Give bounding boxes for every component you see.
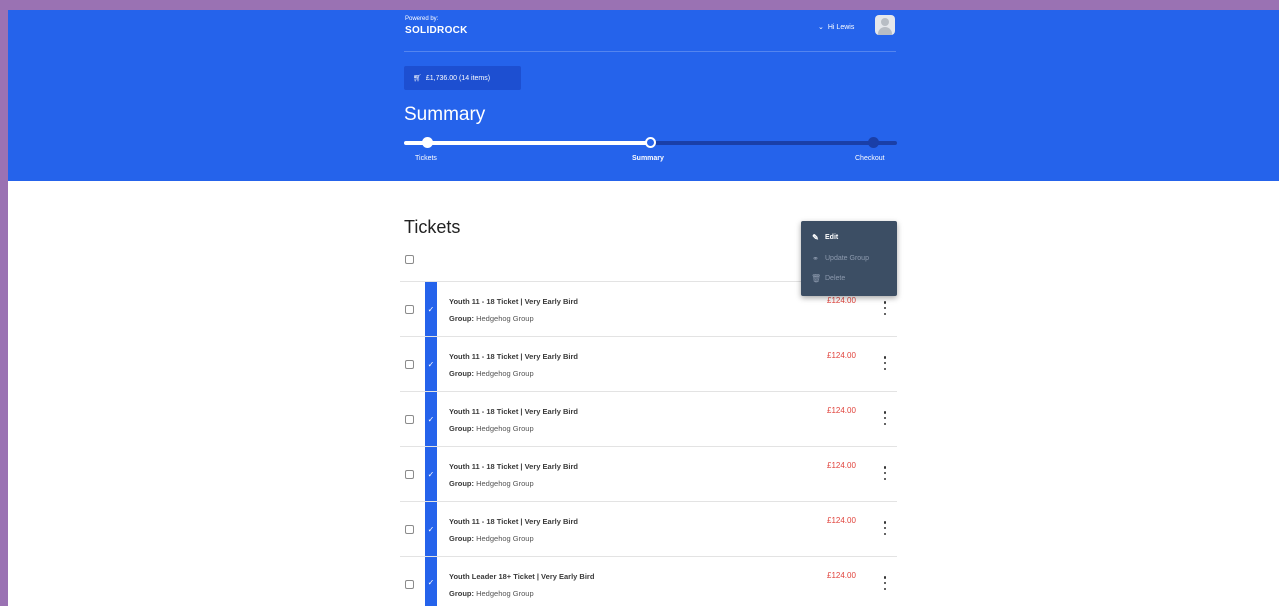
- group-icon: ⚭: [812, 254, 819, 263]
- ticket-group: Group: Hedgehog Group: [449, 314, 534, 323]
- trash-icon: 🗑︎: [811, 274, 822, 283]
- row-checkbox[interactable]: [405, 525, 414, 534]
- progress-track-remaining: [650, 141, 897, 145]
- ticket-group: Group: Hedgehog Group: [449, 424, 534, 433]
- step-dot-checkout[interactable]: [868, 137, 879, 148]
- ticket-name: Youth 11 - 18 Ticket | Very Early Bird: [449, 407, 578, 416]
- app-window: Powered by: SOLIDROCK ⌄ Hi Lewis 🛒︎ £1,7…: [8, 10, 1279, 606]
- ticket-name: Youth 11 - 18 Ticket | Very Early Bird: [449, 352, 578, 361]
- step-label-tickets[interactable]: Tickets: [415, 155, 437, 162]
- ticket-group: Group: Hedgehog Group: [449, 479, 534, 488]
- more-options-icon[interactable]: [882, 356, 888, 370]
- more-options-icon[interactable]: [882, 521, 888, 535]
- row-context-menu: ✎ Edit ⚭ Update Group 🗑︎ Delete: [801, 221, 897, 296]
- cart-button[interactable]: 🛒︎ £1,736.00 (14 items): [404, 66, 521, 90]
- ticket-row: ✓ Youth 11 - 18 Ticket | Very Early Bird…: [400, 336, 897, 391]
- ticket-price: £124.00: [827, 296, 856, 305]
- menu-item-update-group[interactable]: ⚭ Update Group: [811, 254, 869, 263]
- more-options-icon[interactable]: [882, 301, 888, 315]
- ticket-price: £124.00: [827, 406, 856, 415]
- ticket-price: £124.00: [827, 571, 856, 580]
- selected-marker: ✓: [425, 392, 437, 446]
- ticket-row: ✓ Youth Leader 18+ Ticket | Very Early B…: [400, 556, 897, 606]
- ticket-group: Group: Hedgehog Group: [449, 589, 534, 598]
- check-icon: ✓: [427, 524, 435, 534]
- ticket-row: ✓ Youth 11 - 18 Ticket | Very Early Bird…: [400, 501, 897, 556]
- page-title: Summary: [404, 104, 486, 125]
- selected-marker: ✓: [425, 502, 437, 556]
- more-options-icon[interactable]: [882, 576, 888, 590]
- header-divider: [404, 51, 896, 52]
- menu-item-delete[interactable]: 🗑︎ Delete: [811, 274, 845, 283]
- user-menu-toggle[interactable]: ⌄ Hi Lewis: [818, 23, 855, 32]
- check-icon: ✓: [427, 304, 435, 314]
- chevron-down-icon: ⌄: [818, 24, 824, 31]
- selected-marker: ✓: [425, 282, 437, 336]
- select-all-checkbox[interactable]: [405, 255, 414, 264]
- ticket-row: ✓ Youth 11 - 18 Ticket | Very Early Bird…: [400, 391, 897, 446]
- check-icon: ✓: [427, 469, 435, 479]
- ticket-name: Youth Leader 18+ Ticket | Very Early Bir…: [449, 572, 595, 581]
- selected-marker: ✓: [425, 447, 437, 501]
- step-label-checkout[interactable]: Checkout: [855, 155, 885, 162]
- pencil-icon: ✎: [812, 233, 819, 242]
- ticket-row: ✓ Youth 11 - 18 Ticket | Very Early Bird…: [400, 446, 897, 501]
- more-options-icon[interactable]: [882, 411, 888, 425]
- row-checkbox[interactable]: [405, 305, 414, 314]
- powered-by-label: Powered by:: [405, 16, 439, 22]
- check-icon: ✓: [427, 359, 435, 369]
- step-label-summary[interactable]: Summary: [632, 155, 664, 162]
- progress-track-complete: [404, 141, 650, 145]
- menu-item-edit[interactable]: ✎ Edit: [811, 233, 838, 242]
- user-greeting: Hi Lewis: [827, 23, 855, 31]
- ticket-price: £124.00: [827, 461, 856, 470]
- avatar[interactable]: [875, 15, 895, 35]
- ticket-price: £124.00: [827, 516, 856, 525]
- selected-marker: ✓: [425, 337, 437, 391]
- ticket-group: Group: Hedgehog Group: [449, 534, 534, 543]
- row-checkbox[interactable]: [405, 415, 414, 424]
- ticket-group: Group: Hedgehog Group: [449, 369, 534, 378]
- brand-logo[interactable]: SOLIDROCK: [405, 25, 468, 36]
- more-options-icon[interactable]: [882, 466, 888, 480]
- ticket-price: £124.00: [827, 351, 856, 360]
- section-title: Tickets: [404, 217, 461, 237]
- cart-summary: £1,736.00 (14 items): [425, 74, 491, 82]
- row-checkbox[interactable]: [405, 580, 414, 589]
- cart-icon: 🛒︎: [413, 75, 422, 82]
- selected-marker: ✓: [425, 557, 437, 606]
- header: Powered by: SOLIDROCK ⌄ Hi Lewis 🛒︎ £1,7…: [8, 10, 1279, 181]
- ticket-name: Youth 11 - 18 Ticket | Very Early Bird: [449, 517, 578, 526]
- ticket-name: Youth 11 - 18 Ticket | Very Early Bird: [449, 462, 578, 471]
- check-icon: ✓: [427, 414, 435, 424]
- check-icon: ✓: [427, 577, 435, 587]
- row-checkbox[interactable]: [405, 360, 414, 369]
- step-dot-tickets[interactable]: [422, 137, 433, 148]
- ticket-name: Youth 11 - 18 Ticket | Very Early Bird: [449, 297, 578, 306]
- step-dot-summary[interactable]: [645, 137, 656, 148]
- row-checkbox[interactable]: [405, 470, 414, 479]
